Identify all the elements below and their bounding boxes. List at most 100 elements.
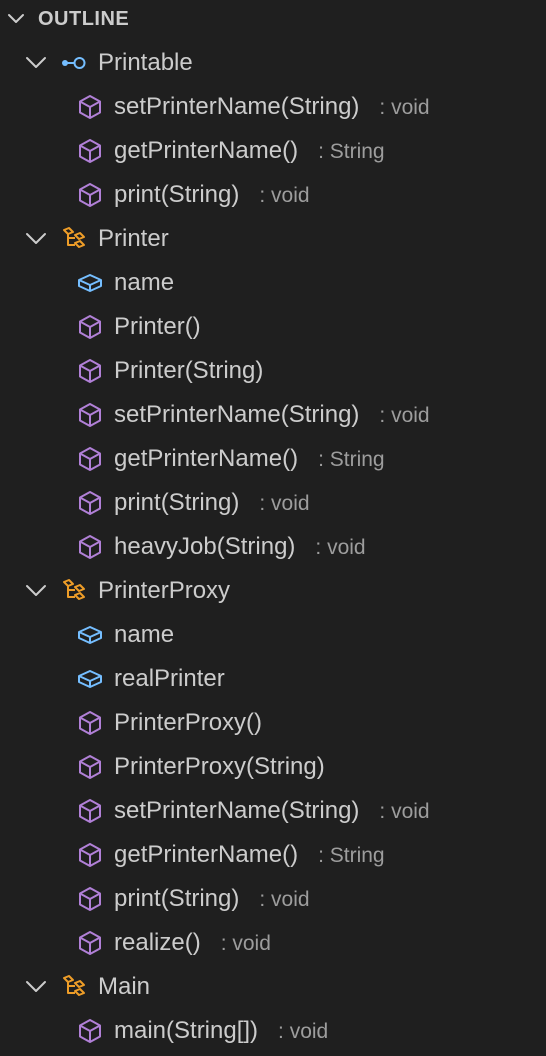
field-icon xyxy=(78,670,102,688)
outline-member-row[interactable]: PrinterProxy() xyxy=(0,701,546,745)
symbol-label: Main xyxy=(98,974,150,1000)
method-icon xyxy=(79,843,101,867)
symbol-label: print(String) : void xyxy=(114,886,310,913)
symbol-label: PrinterProxy() xyxy=(114,710,262,736)
outline-member-row[interactable]: setPrinterName(String) : void xyxy=(0,85,546,129)
symbol-label: name xyxy=(114,622,174,648)
outline-member-row[interactable]: getPrinterName() : String xyxy=(0,129,546,173)
symbol-type-detail: : void xyxy=(259,888,310,911)
symbol-name: realPrinter xyxy=(114,665,225,692)
symbol-type-detail: : void xyxy=(379,96,430,119)
outline-group-row[interactable]: Printer xyxy=(0,217,546,261)
symbol-name: setPrinterName(String) xyxy=(114,401,360,428)
outline-panel: OUTLINE Printable setPrinterName(String):… xyxy=(0,0,546,1056)
outline-member-row[interactable]: getPrinterName() : String xyxy=(0,833,546,877)
symbol-type-detail: : void xyxy=(278,1020,329,1043)
symbol-label: heavyJob(String) : void xyxy=(114,534,366,561)
outline-member-row[interactable]: realPrinter xyxy=(0,657,546,701)
outline-member-row[interactable]: name xyxy=(0,261,546,305)
symbol-label: Printer(String) xyxy=(114,358,263,384)
symbol-name: main(String[]) xyxy=(114,1017,259,1044)
symbol-type-detail: : String xyxy=(318,844,385,867)
method-icon xyxy=(79,359,101,383)
method-icon xyxy=(79,315,101,339)
symbol-name: setPrinterName(String) xyxy=(114,93,360,120)
symbol-type-detail: : void xyxy=(315,536,366,559)
class-icon xyxy=(63,975,85,996)
symbol-name: realize() xyxy=(114,929,201,956)
symbol-label: PrinterProxy xyxy=(98,578,230,604)
symbol-name: PrinterProxy() xyxy=(114,709,263,736)
outline-title: OUTLINE xyxy=(38,8,130,30)
symbol-type-detail: : String xyxy=(318,140,385,163)
chevron-down-icon xyxy=(8,14,24,23)
outline-member-row[interactable]: realize(): void xyxy=(0,921,546,965)
outline-member-row[interactable]: setPrinterName(String) : void xyxy=(0,393,546,437)
symbol-label: getPrinterName() : String xyxy=(114,138,385,165)
outline-group-row[interactable]: Printable xyxy=(0,41,546,85)
outline-member-row[interactable]: print(String) : void xyxy=(0,481,546,525)
method-icon xyxy=(79,183,101,207)
symbol-type-detail: : void xyxy=(379,800,430,823)
outline-member-row[interactable]: main(String[]) : void xyxy=(0,1009,546,1053)
symbol-name: Printable xyxy=(98,49,193,76)
chevron-down-icon[interactable] xyxy=(24,581,48,601)
outline-member-row[interactable]: Printer(String) xyxy=(0,349,546,393)
outline-member-row[interactable]: heavyJob(String) : void xyxy=(0,525,546,569)
symbol-name: print(String) xyxy=(114,885,240,912)
method-icon xyxy=(79,535,101,559)
symbol-type-detail: : String xyxy=(318,448,385,471)
symbol-label: name xyxy=(114,270,174,296)
symbol-label: getPrinterName() : String xyxy=(114,842,385,869)
field-icon xyxy=(78,626,102,644)
symbol-label: setPrinterName(String) : void xyxy=(114,402,430,429)
symbol-label: Printer() xyxy=(114,314,201,340)
symbol-name: Printer() xyxy=(114,313,201,340)
symbol-label: Printer xyxy=(98,226,169,252)
field-icon xyxy=(78,274,102,292)
symbol-label: getPrinterName() : String xyxy=(114,446,385,473)
symbol-name: getPrinterName() xyxy=(114,137,299,164)
symbol-name: getPrinterName() xyxy=(114,841,299,868)
chevron-down-icon[interactable] xyxy=(24,977,48,997)
symbol-name: print(String) xyxy=(114,489,240,516)
outline-group-row[interactable]: PrinterProxy xyxy=(0,569,546,613)
symbol-name: Printer(String) xyxy=(114,357,264,384)
symbol-type-detail: : void xyxy=(379,404,430,427)
outline-member-row[interactable]: PrinterProxy(String) xyxy=(0,745,546,789)
outline-header[interactable]: OUTLINE xyxy=(0,0,546,40)
method-icon xyxy=(79,931,101,955)
symbol-type-detail: : void xyxy=(259,184,310,207)
symbol-label: Printable xyxy=(98,50,193,76)
symbol-label: main(String[]) : void xyxy=(114,1018,328,1045)
symbol-label: PrinterProxy(String) xyxy=(114,754,325,780)
symbol-name: Printer xyxy=(98,225,169,252)
method-icon xyxy=(79,447,101,471)
symbol-name: print(String) xyxy=(114,181,240,208)
method-icon xyxy=(79,799,101,823)
symbol-name: PrinterProxy xyxy=(98,577,231,604)
method-icon xyxy=(79,95,101,119)
outline-member-row[interactable]: setPrinterName(String): void xyxy=(0,789,546,833)
outline-member-row[interactable]: Printer() xyxy=(0,305,546,349)
symbol-name: name xyxy=(114,269,175,296)
symbol-label: print(String) : void xyxy=(114,490,310,517)
outline-member-row[interactable]: print(String) : void xyxy=(0,173,546,217)
symbol-name: PrinterProxy(String) xyxy=(114,753,325,780)
symbol-label: setPrinterName(String): void xyxy=(114,798,430,825)
method-icon xyxy=(79,711,101,735)
symbol-name: name xyxy=(114,621,175,648)
symbol-name: getPrinterName() xyxy=(114,445,299,472)
chevron-down-icon[interactable] xyxy=(24,53,48,73)
outline-member-row[interactable]: getPrinterName() : String xyxy=(0,437,546,481)
method-icon xyxy=(79,887,101,911)
outline-member-row[interactable]: name xyxy=(0,613,546,657)
symbol-type-detail: : void xyxy=(259,492,310,515)
chevron-down-icon[interactable] xyxy=(24,229,48,249)
outline-member-row[interactable]: print(String) : void xyxy=(0,877,546,921)
method-icon xyxy=(79,139,101,163)
symbol-label: realize(): void xyxy=(114,930,271,957)
symbol-name: heavyJob(String) xyxy=(114,533,296,560)
outline-group-row[interactable]: Main xyxy=(0,965,546,1009)
method-icon xyxy=(79,1019,101,1043)
